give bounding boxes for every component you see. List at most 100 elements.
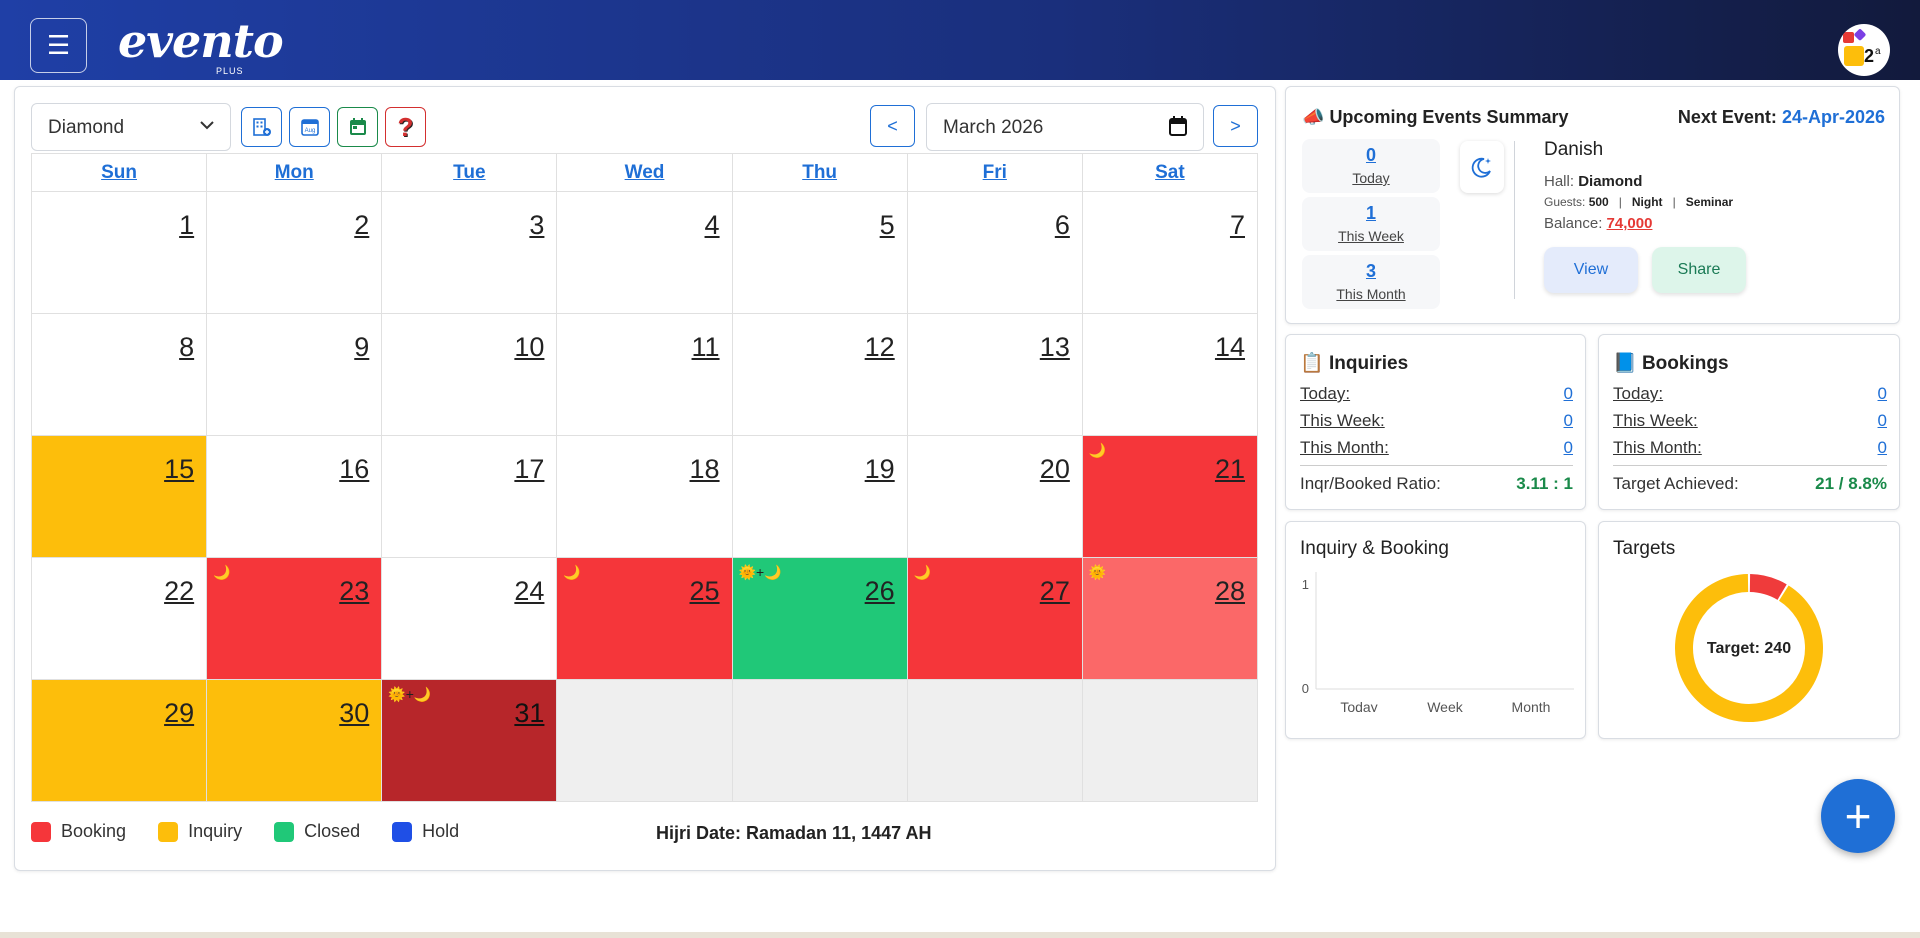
day-number[interactable]: 29 — [164, 698, 194, 729]
calendar-day-16[interactable]: 16 — [206, 435, 383, 558]
prev-month-button[interactable]: < — [870, 105, 915, 147]
calendar-day-27[interactable]: 🌙 27 — [906, 557, 1083, 680]
day-number[interactable]: 31 — [514, 698, 544, 729]
day-number[interactable]: 11 — [692, 332, 720, 363]
calendar-day-15[interactable]: 15 — [30, 435, 208, 558]
day-number[interactable]: 30 — [339, 698, 369, 729]
view-button[interactable]: View — [1544, 247, 1638, 293]
calendar-day-23[interactable]: 🌙 23 — [206, 557, 383, 680]
calendar-day-26[interactable]: 🌞+🌙 26 — [731, 557, 908, 680]
day-number[interactable]: 1 — [179, 210, 194, 241]
day-number[interactable]: 2 — [354, 210, 369, 241]
inquiries-month-value[interactable]: 0 — [1564, 438, 1573, 458]
calendar-picker-icon[interactable] — [1169, 116, 1187, 136]
weekday-mon[interactable]: Mon — [206, 153, 383, 192]
day-number[interactable]: 9 — [354, 332, 369, 363]
calendar-day-5[interactable]: 5 — [731, 191, 908, 314]
hall-select[interactable]: Diamond — [31, 103, 231, 151]
calendar-day-21[interactable]: 🌙 21 — [1081, 435, 1259, 558]
calendar-day-10[interactable]: 10 — [381, 313, 558, 436]
day-number[interactable]: 15 — [164, 454, 194, 485]
stat-this-week[interactable]: 1 This Week — [1302, 197, 1440, 251]
day-number[interactable]: 6 — [1055, 210, 1070, 241]
day-number[interactable]: 20 — [1040, 454, 1070, 485]
day-number[interactable]: 26 — [865, 576, 895, 607]
day-number[interactable]: 22 — [164, 576, 194, 607]
day-number[interactable]: 21 — [1215, 454, 1245, 485]
day-number[interactable]: 19 — [865, 454, 895, 485]
day-number[interactable]: 10 — [514, 332, 544, 363]
svg-text:2: 2 — [1864, 46, 1874, 66]
stat-today[interactable]: 0 Today — [1302, 139, 1440, 193]
day-number[interactable]: 8 — [179, 332, 194, 363]
day-number[interactable]: 25 — [690, 576, 720, 607]
month-view-button[interactable]: Aug — [289, 107, 330, 147]
calendar-day-4[interactable]: 4 — [556, 191, 733, 314]
calendar-day-29[interactable]: 29 — [30, 679, 208, 802]
day-number[interactable]: 16 — [339, 454, 369, 485]
weekday-tue[interactable]: Tue — [381, 153, 558, 192]
legend-label: Inquiry — [188, 821, 243, 841]
day-number[interactable]: 3 — [529, 210, 544, 241]
bookings-today-value[interactable]: 0 — [1878, 384, 1887, 404]
target-achieved-value: 21 / 8.8% — [1815, 474, 1887, 493]
calendar-day-6[interactable]: 6 — [906, 191, 1083, 314]
next-month-button[interactable]: > — [1213, 105, 1258, 147]
weekday-wed[interactable]: Wed — [556, 153, 733, 192]
calendar-day-3[interactable]: 3 — [381, 191, 558, 314]
user-avatar[interactable]: 2 a — [1838, 24, 1890, 76]
building-add-button[interactable] — [241, 107, 282, 147]
event-balance-amount[interactable]: 74,000 — [1607, 215, 1653, 232]
weekday-sun[interactable]: Sun — [30, 153, 208, 192]
stat-this-month[interactable]: 3 This Month — [1302, 255, 1440, 309]
weekday-sat[interactable]: Sat — [1081, 153, 1259, 192]
status-legend: Booking Inquiry Closed Hold — [31, 821, 473, 842]
calendar-green-button[interactable] — [337, 107, 378, 147]
inquiries-today-value[interactable]: 0 — [1564, 384, 1573, 404]
day-number[interactable]: 12 — [865, 332, 895, 363]
month-picker[interactable]: March 2026 — [926, 103, 1204, 151]
calendar-day-12[interactable]: 12 — [731, 313, 908, 436]
calendar-day-18[interactable]: 18 — [556, 435, 733, 558]
day-number[interactable]: 14 — [1215, 332, 1245, 363]
day-number[interactable]: 4 — [705, 210, 720, 241]
calendar-day-24[interactable]: 24 — [381, 557, 558, 680]
weekday-fri[interactable]: Fri — [906, 153, 1083, 192]
bookings-week-value[interactable]: 0 — [1878, 411, 1887, 431]
app-logo[interactable]: evento — [118, 14, 284, 68]
bookings-month-value[interactable]: 0 — [1878, 438, 1887, 458]
day-number[interactable]: 24 — [514, 576, 544, 607]
calendar-day-1[interactable]: 1 — [30, 191, 208, 314]
day-number[interactable]: 7 — [1230, 210, 1245, 241]
day-number[interactable]: 28 — [1215, 576, 1245, 607]
share-button[interactable]: Share — [1652, 247, 1746, 293]
calendar-day-25[interactable]: 🌙 25 — [556, 557, 733, 680]
weekday-thu[interactable]: Thu — [731, 153, 908, 192]
calendar-day-7[interactable]: 7 — [1081, 191, 1259, 314]
calendar-day-13[interactable]: 13 — [906, 313, 1083, 436]
calendar-day-2[interactable]: 2 — [206, 191, 383, 314]
day-number[interactable]: 18 — [690, 454, 720, 485]
calendar-day-17[interactable]: 17 — [381, 435, 558, 558]
day-number[interactable]: 27 — [1040, 576, 1070, 607]
calendar-day-22[interactable]: 22 — [30, 557, 208, 680]
day-number[interactable]: 13 — [1040, 332, 1070, 363]
next-event-date[interactable]: 24-Apr-2026 — [1782, 107, 1885, 127]
calendar-day-28[interactable]: 🌞 28 — [1081, 557, 1259, 680]
calendar-day-20[interactable]: 20 — [906, 435, 1083, 558]
help-button[interactable]: ? — [385, 107, 426, 147]
day-number[interactable]: 23 — [339, 576, 369, 607]
day-number[interactable]: 17 — [514, 454, 544, 485]
calendar-day-19[interactable]: 19 — [731, 435, 908, 558]
night-toggle-button[interactable] — [1460, 141, 1504, 193]
day-number[interactable]: 5 — [880, 210, 895, 241]
calendar-day-30[interactable]: 30 — [206, 679, 383, 802]
calendar-day-31[interactable]: 🌞+🌙 31 — [381, 679, 558, 802]
calendar-day-11[interactable]: 11 — [556, 313, 733, 436]
add-event-fab-button[interactable]: + — [1821, 779, 1895, 853]
calendar-day-8[interactable]: 8 — [30, 313, 208, 436]
inquiries-week-value[interactable]: 0 — [1564, 411, 1573, 431]
hamburger-menu-button[interactable]: ☰ — [30, 18, 87, 73]
calendar-day-9[interactable]: 9 — [206, 313, 383, 436]
calendar-day-14[interactable]: 14 — [1081, 313, 1259, 436]
